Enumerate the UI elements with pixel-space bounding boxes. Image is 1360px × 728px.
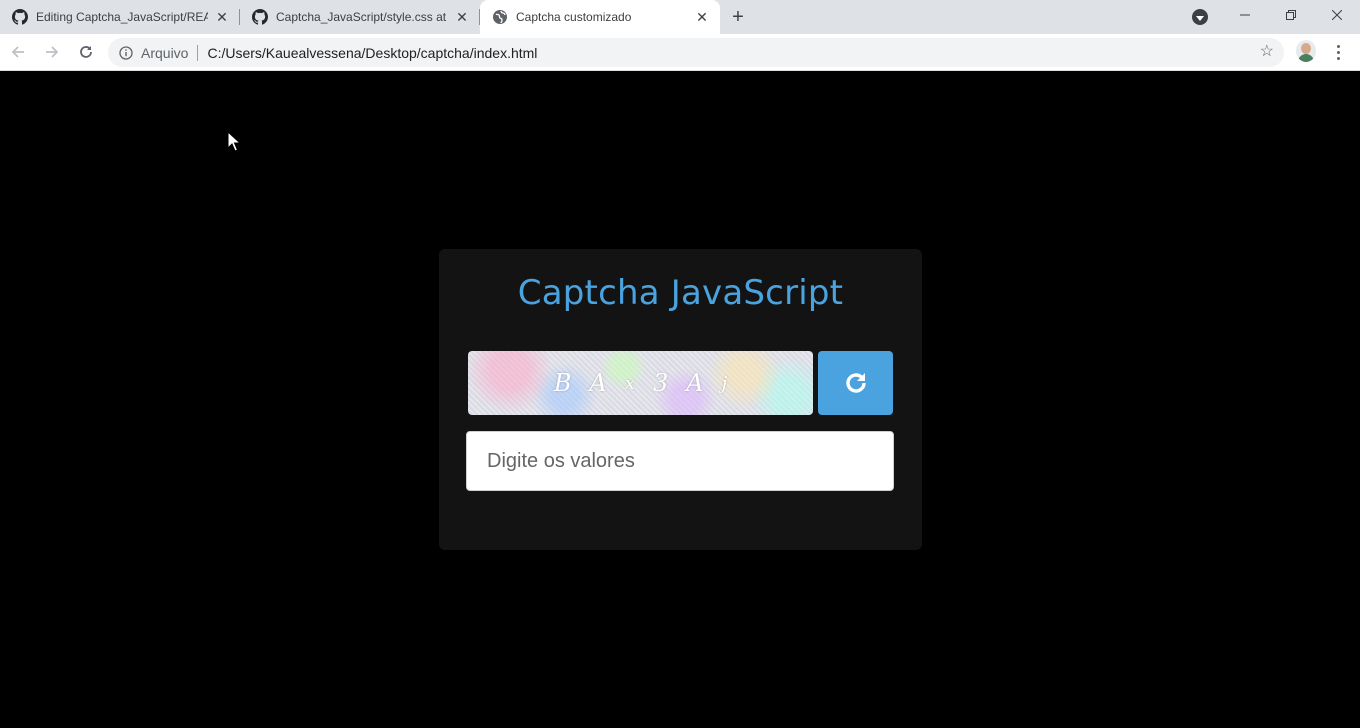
- captcha-char: x: [624, 372, 635, 394]
- tab-title: Captcha_JavaScript/style.css at m: [276, 10, 448, 24]
- captcha-char: A: [589, 369, 607, 397]
- new-tab-button[interactable]: +: [724, 3, 752, 31]
- tab-title: Captcha customizado: [516, 10, 632, 24]
- refresh-icon: [845, 373, 866, 393]
- github-icon: [252, 9, 268, 25]
- address-bar[interactable]: Arquivo C:/Users/Kauealvessena/Desktop/c…: [108, 38, 1284, 67]
- arrow-left-icon: [11, 46, 24, 58]
- page-title: Captcha JavaScript: [517, 273, 844, 313]
- captcha-input[interactable]: [466, 431, 894, 491]
- mouse-cursor-icon: [227, 131, 241, 152]
- reload-icon: [80, 46, 92, 58]
- captcha-char: B: [553, 369, 572, 397]
- globe-icon: [492, 9, 508, 25]
- window-controls: [1222, 0, 1360, 30]
- captcha-char: 3: [652, 369, 669, 397]
- url-text[interactable]: C:/Users/Kauealvessena/Desktop/captcha/i…: [207, 45, 537, 61]
- scheme-label: Arquivo: [141, 44, 189, 61]
- tab-editing-readme[interactable]: Editing Captcha_JavaScript/READ ✕: [0, 0, 240, 34]
- tab-captcha-customizado[interactable]: Captcha customizado ✕: [480, 0, 720, 34]
- captcha-text: B A x 3 A j: [468, 351, 813, 415]
- close-window-button[interactable]: [1314, 0, 1360, 30]
- divider: [197, 44, 199, 61]
- restore-button[interactable]: [1268, 0, 1314, 30]
- star-icon[interactable]: ☆: [1260, 44, 1274, 60]
- captcha-char: A: [686, 369, 704, 397]
- captcha-image: B A x 3 A j: [468, 351, 813, 415]
- captcha-char: j: [721, 372, 728, 394]
- browser-toolbar: Arquivo C:/Users/Kauealvessena/Desktop/c…: [0, 34, 1360, 71]
- close-icon[interactable]: ✕: [214, 9, 230, 25]
- kebab-menu-icon[interactable]: [1330, 42, 1346, 62]
- close-icon[interactable]: ✕: [694, 9, 710, 25]
- github-icon: [12, 9, 28, 25]
- close-icon[interactable]: ✕: [454, 9, 470, 25]
- tab-search-icon[interactable]: [1192, 9, 1208, 25]
- arrow-right-icon: [46, 46, 59, 58]
- reload-button[interactable]: [70, 36, 102, 68]
- info-icon[interactable]: [118, 45, 134, 61]
- avatar[interactable]: [1296, 40, 1316, 62]
- back-button[interactable]: [2, 36, 34, 68]
- page-viewport: Captcha JavaScript B A x 3 A j: [0, 71, 1360, 728]
- minimize-button[interactable]: [1222, 0, 1268, 30]
- tab-style-css[interactable]: Captcha_JavaScript/style.css at m ✕: [240, 0, 480, 34]
- forward-button[interactable]: [36, 36, 68, 68]
- tab-title: Editing Captcha_JavaScript/READ: [36, 10, 208, 24]
- tab-strip: Editing Captcha_JavaScript/READ ✕ Captch…: [0, 0, 1360, 34]
- refresh-captcha-button[interactable]: [818, 351, 893, 415]
- captcha-card: Captcha JavaScript B A x 3 A j: [439, 249, 922, 550]
